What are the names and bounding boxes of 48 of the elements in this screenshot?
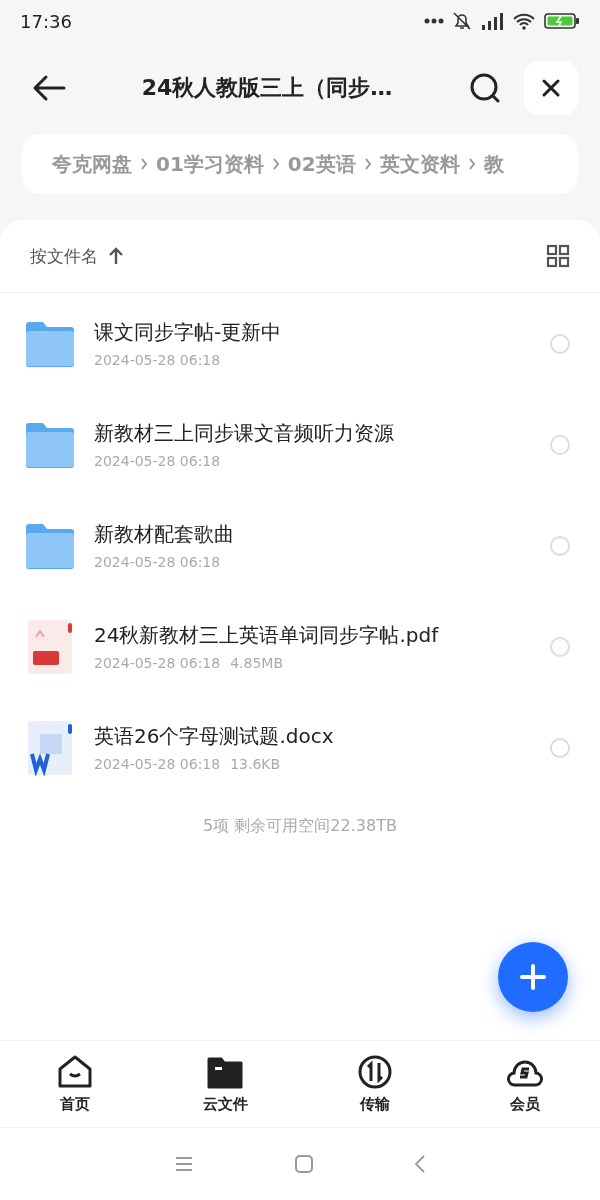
chevron-icon: [271, 158, 280, 170]
file-date: 2024-05-28 06:18: [94, 756, 221, 772]
file-name[interactable]: 课文同步字帖-更新中: [94, 319, 532, 346]
nav-tab[interactable]: 云文件: [150, 1041, 300, 1127]
file-name[interactable]: 24秋新教材三上英语单词同步字帖.pdf: [94, 622, 532, 649]
file-size: 4.85MB: [230, 655, 284, 671]
close-icon: [541, 78, 561, 98]
file-size: 13.6KB: [230, 756, 281, 772]
file-date: 2024-05-28 06:18: [94, 453, 221, 469]
nav-tab[interactable]: 传输: [300, 1041, 450, 1127]
select-radio[interactable]: [550, 434, 570, 455]
select-radio[interactable]: [550, 333, 570, 354]
chevron-icon: [363, 158, 372, 170]
page-title: 24秋人教版三上（同步…: [140, 74, 394, 102]
plus-icon: [519, 963, 547, 991]
select-radio[interactable]: [550, 636, 570, 657]
signal-icon: [480, 11, 504, 31]
back-arrow-icon: [32, 74, 66, 102]
file-name[interactable]: 新教材配套歌曲: [94, 521, 532, 548]
up-arrow-icon: [108, 247, 124, 265]
chevron-icon: [140, 158, 148, 170]
file-date: 2024-05-28 06:18: [94, 655, 221, 671]
select-radio[interactable]: [550, 737, 570, 758]
nav-tab[interactable]: 首页: [0, 1041, 150, 1127]
nav-tab[interactable]: 会员: [450, 1041, 600, 1127]
wifi-icon: [512, 12, 536, 30]
battery-icon: [544, 12, 580, 30]
add-button[interactable]: [498, 942, 568, 1012]
storage-summary: 5项 剩余可用空间22.38TB: [203, 816, 397, 837]
sort-button[interactable]: 按文件名: [30, 244, 124, 268]
select-radio[interactable]: [550, 535, 570, 556]
chevron-icon: [467, 158, 476, 170]
folder-icon: [24, 522, 76, 569]
folder-icon: [24, 320, 76, 367]
bell-muted-icon: [452, 11, 472, 31]
folder-icon: [24, 421, 76, 468]
grid-view-icon[interactable]: [546, 244, 570, 268]
file-name[interactable]: 英语26个字母测试题.docx: [94, 723, 532, 750]
more-dots-icon: [424, 18, 444, 24]
back-icon[interactable]: [414, 1154, 426, 1174]
file-name[interactable]: 新教材三上同步课文音频听力资源: [94, 420, 532, 447]
menu-icon[interactable]: [174, 1156, 194, 1172]
status-time: 17:36: [20, 10, 72, 32]
file-date: 2024-05-28 06:18: [94, 554, 221, 570]
search-icon: [469, 72, 501, 104]
home-square-icon[interactable]: [294, 1154, 314, 1174]
close-button[interactable]: [524, 61, 578, 115]
file-date: 2024-05-28 06:18: [94, 352, 221, 368]
